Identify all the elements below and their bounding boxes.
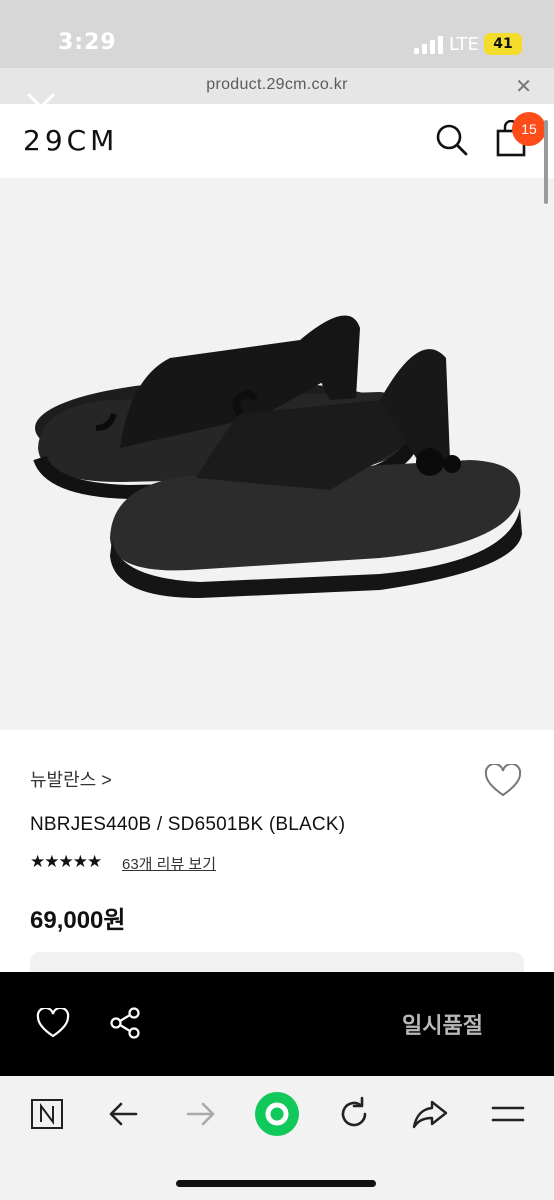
home-indicator[interactable] (176, 1180, 376, 1187)
close-icon[interactable] (22, 88, 60, 126)
rating-stars: ★★★★★ (30, 852, 102, 871)
site-header: 29CM (0, 93, 554, 178)
heart-icon[interactable] (36, 1008, 70, 1038)
url-bar[interactable]: product.29cm.co.kr ✕ (0, 68, 554, 104)
brand-link[interactable]: 뉴발란스 > (30, 766, 112, 792)
url-text: product.29cm.co.kr (206, 76, 348, 93)
review-link[interactable]: 63개 리뷰 보기 (122, 853, 216, 874)
close-icon[interactable]: ✕ (515, 74, 532, 99)
refresh-icon[interactable] (334, 1094, 374, 1134)
status-time: 3:29 (58, 30, 117, 55)
sold-out-button[interactable]: 일시품절 (402, 1008, 483, 1040)
network-label: LTE (449, 34, 479, 55)
battery-icon: 41 (484, 33, 522, 55)
share-arrow-icon[interactable] (410, 1094, 450, 1134)
product-price: 69,000원 (30, 907, 126, 934)
product-name: NBRJES440B / SD6501BK (BLACK) (30, 814, 346, 835)
forward-arrow-icon[interactable] (180, 1094, 220, 1134)
status-bar: 3:29 LTE 41 (0, 0, 554, 68)
product-info: 뉴발란스 > NBRJES440B / SD6501BK (BLACK) ★★★… (0, 730, 554, 982)
heart-icon[interactable] (484, 764, 522, 798)
scrollbar[interactable] (544, 120, 548, 204)
naver-n-icon[interactable] (28, 1094, 68, 1134)
cart-count-badge: 15 (512, 112, 546, 146)
share-icon[interactable] (108, 1006, 142, 1040)
search-icon[interactable] (434, 122, 470, 158)
menu-icon[interactable] (488, 1094, 528, 1134)
green-dot-icon[interactable] (254, 1091, 300, 1137)
site-logo[interactable]: 29CM (23, 124, 118, 157)
back-arrow-icon[interactable] (104, 1094, 144, 1134)
sandals-image (33, 315, 522, 598)
purchase-action-bar: 일시품절 (0, 972, 554, 1076)
product-image[interactable] (0, 178, 554, 730)
signal-icon (414, 34, 444, 54)
